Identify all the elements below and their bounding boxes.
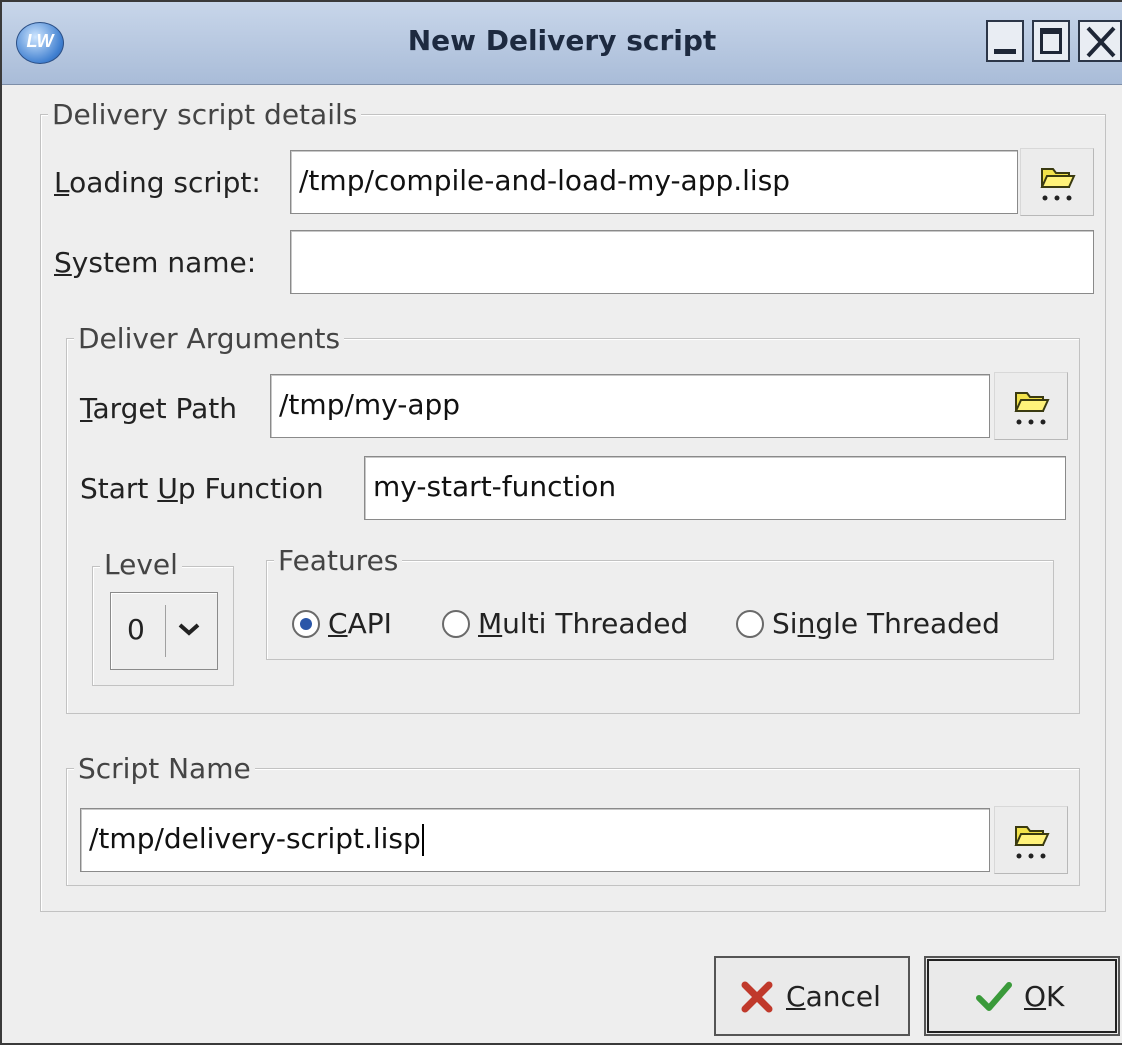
startup-function-input[interactable]: my-start-function — [364, 456, 1066, 520]
system-name-label: System name: — [54, 246, 257, 279]
level-value: 0 — [127, 613, 145, 646]
script-name-input[interactable]: /tmp/delivery-script.lisp — [80, 808, 990, 872]
folder-browse-icon — [1040, 168, 1076, 201]
cancel-button[interactable]: Cancel — [714, 956, 910, 1036]
radio-multi-threaded-label: Multi Threaded — [478, 607, 689, 640]
title-bar[interactable]: LW New Delivery script — [2, 2, 1122, 85]
target-path-browse-button[interactable] — [994, 372, 1068, 440]
features-legend: Features — [274, 544, 403, 578]
deliver-arguments-legend: Deliver Arguments — [74, 322, 345, 356]
target-path-input[interactable]: /tmp/my-app — [270, 374, 990, 438]
script-name-browse-button[interactable] — [994, 806, 1068, 874]
radio-capi[interactable]: CAPI — [292, 606, 432, 646]
minimize-button[interactable] — [986, 20, 1024, 62]
chevron-down-icon — [178, 623, 200, 636]
red-x-icon — [741, 981, 773, 1013]
folder-browse-icon — [1014, 826, 1050, 859]
script-name-value: /tmp/delivery-script.lisp — [89, 822, 421, 855]
level-dropdown[interactable]: 0 — [110, 592, 218, 670]
system-name-input[interactable] — [290, 230, 1094, 294]
combo-separator — [165, 605, 166, 657]
text-caret — [421, 824, 424, 856]
close-button[interactable] — [1078, 20, 1122, 62]
radio-single-threaded[interactable]: Single Threaded — [736, 606, 1040, 646]
radio-multi-threaded[interactable]: Multi Threaded — [442, 606, 728, 646]
close-icon — [1086, 26, 1116, 58]
window-title: New Delivery script — [407, 24, 717, 57]
ok-label: OK — [1024, 980, 1065, 1013]
loading-script-input[interactable]: /tmp/compile-and-load-my-app.lisp — [290, 150, 1018, 214]
startup-function-label: Start Up Function — [80, 472, 324, 505]
radio-circle-selected — [292, 610, 320, 638]
cancel-label: Cancel — [786, 980, 881, 1013]
radio-circle — [736, 610, 764, 638]
radio-capi-label: CAPI — [328, 607, 392, 640]
maximize-button[interactable] — [1032, 20, 1070, 62]
green-check-icon — [976, 982, 1012, 1011]
delivery-details-legend: Delivery script details — [48, 98, 362, 132]
script-name-legend: Script Name — [74, 752, 255, 786]
radio-single-threaded-label: Single Threaded — [772, 607, 1000, 640]
target-path-label: Target Path — [80, 392, 238, 425]
dialog-window: LW New Delivery script Delivery script d… — [0, 0, 1122, 1045]
ok-button[interactable]: OK — [924, 956, 1120, 1036]
folder-browse-icon — [1014, 392, 1050, 425]
radio-circle — [442, 610, 470, 638]
loading-script-label: Loading script: — [54, 166, 261, 199]
loading-script-browse-button[interactable] — [1020, 148, 1094, 216]
level-legend: Level — [100, 548, 182, 582]
